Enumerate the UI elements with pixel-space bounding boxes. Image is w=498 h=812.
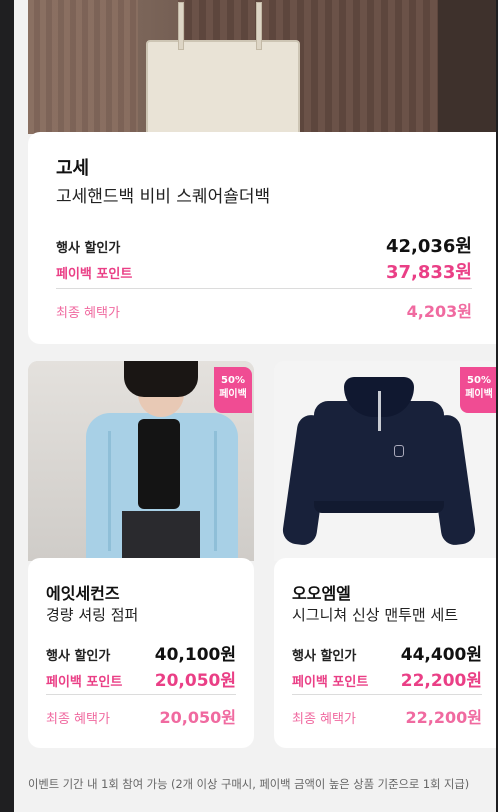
product-brand: 오오엠엘 bbox=[292, 584, 351, 603]
left-edge bbox=[0, 0, 14, 812]
page: 고세 고세핸드백 비비 스퀘어숄더백 행사 할인가 42,036원 페이백 포인… bbox=[0, 0, 498, 812]
event-price-row: 행사 할인가 42,036원 bbox=[56, 232, 472, 258]
payback-point-value: 22,200원 bbox=[400, 671, 482, 691]
divider bbox=[46, 694, 236, 695]
payback-badge: 50% 페이백 bbox=[460, 367, 498, 413]
payback-point-row: 페이백 포인트 37,833원 bbox=[56, 258, 472, 284]
product-brand: 고세 bbox=[56, 158, 90, 179]
event-price-row: 행사 할인가 40,100원 bbox=[46, 640, 236, 665]
product-image-sweater[interactable]: 50% 페이백 bbox=[274, 361, 498, 561]
featured-product-card[interactable]: 고세 고세핸드백 비비 스퀘어숄더백 행사 할인가 42,036원 페이백 포인… bbox=[28, 132, 498, 344]
event-price-label: 행사 할인가 bbox=[292, 649, 357, 664]
divider bbox=[56, 288, 472, 289]
payback-point-label: 페이백 포인트 bbox=[46, 675, 123, 690]
product-name: 고세핸드백 비비 스퀘어숄더백 bbox=[56, 187, 271, 207]
payback-point-row: 페이백 포인트 20,050원 bbox=[46, 666, 236, 691]
product-brand: 에잇세컨즈 bbox=[46, 584, 120, 603]
final-price-value: 20,050원 bbox=[159, 708, 236, 727]
payback-point-row: 페이백 포인트 22,200원 bbox=[292, 666, 482, 691]
final-price-label: 최종 혜택가 bbox=[56, 306, 120, 321]
product-name: 시그니쳐 신상 맨투맨 세트 bbox=[292, 606, 459, 624]
event-price-label: 행사 할인가 bbox=[46, 649, 111, 664]
final-price-row: 최종 혜택가 4,203원 bbox=[56, 298, 472, 322]
payback-point-label: 페이백 포인트 bbox=[56, 267, 133, 282]
product-name: 경량 셔링 점퍼 bbox=[46, 606, 139, 624]
final-price-label: 최종 혜택가 bbox=[46, 712, 110, 727]
featured-product-image[interactable] bbox=[28, 0, 498, 134]
divider bbox=[292, 694, 482, 695]
final-price-row: 최종 혜택가 20,050원 bbox=[46, 704, 236, 728]
handbag-shape bbox=[146, 2, 300, 134]
final-price-value: 22,200원 bbox=[405, 708, 482, 727]
final-price-label: 최종 혜택가 bbox=[292, 712, 356, 727]
event-price-label: 행사 할인가 bbox=[56, 241, 121, 256]
payback-badge: 50% 페이백 bbox=[214, 367, 252, 413]
product-card-jacket[interactable]: 에잇세컨즈 경량 셔링 점퍼 행사 할인가 40,100원 페이백 포인트 20… bbox=[28, 558, 254, 748]
payback-point-label: 페이백 포인트 bbox=[292, 675, 369, 690]
event-notice: 이벤트 기간 내 1회 참여 가능 (2개 이상 구매시, 페이백 금액이 높은… bbox=[28, 778, 470, 791]
event-price-row: 행사 할인가 44,400원 bbox=[292, 640, 482, 665]
final-price-row: 최종 혜택가 22,200원 bbox=[292, 704, 482, 728]
event-price-value: 42,036원 bbox=[385, 236, 472, 257]
product-image-jacket[interactable]: 50% 페이백 bbox=[28, 361, 254, 561]
payback-point-value: 37,833원 bbox=[385, 262, 472, 283]
event-price-value: 40,100원 bbox=[154, 645, 236, 665]
product-card-sweatshirt[interactable]: 오오엠엘 시그니쳐 신상 맨투맨 세트 행사 할인가 44,400원 페이백 포… bbox=[274, 558, 498, 748]
payback-point-value: 20,050원 bbox=[154, 671, 236, 691]
event-price-value: 44,400원 bbox=[400, 645, 482, 665]
final-price-value: 4,203원 bbox=[406, 302, 472, 321]
